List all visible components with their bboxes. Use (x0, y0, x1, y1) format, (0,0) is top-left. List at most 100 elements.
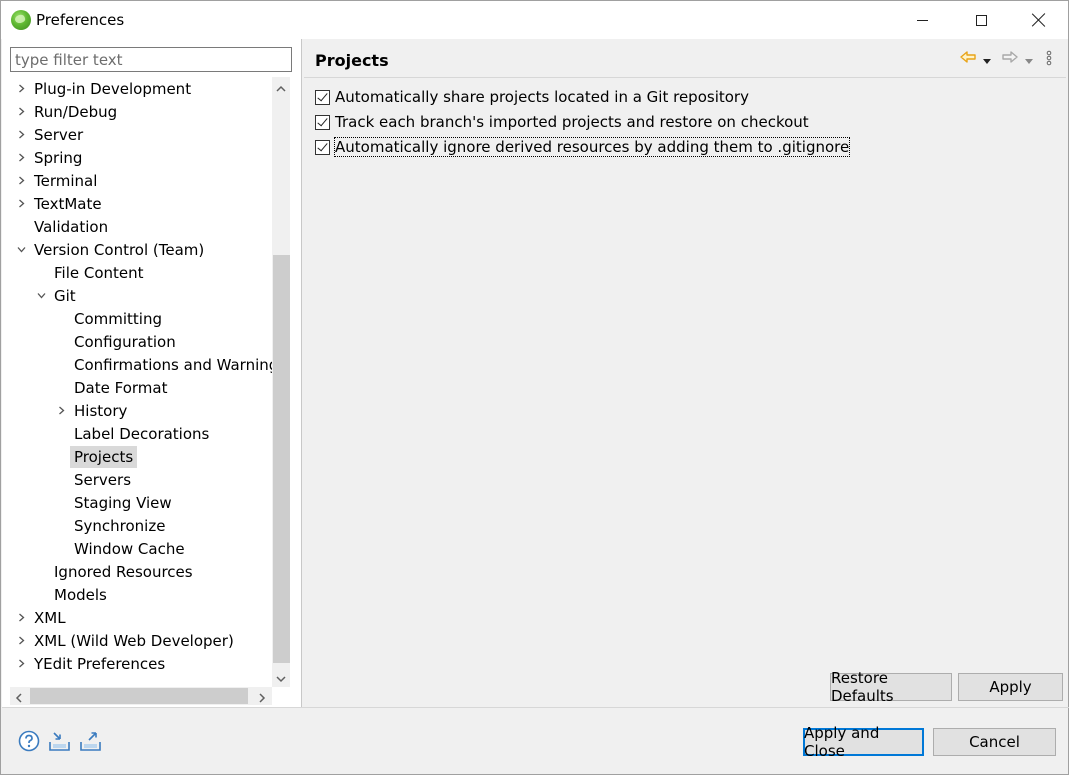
tree-item-date-format[interactable]: Date Format (2, 377, 272, 399)
tree-item-label: Confirmations and Warnings (74, 356, 272, 374)
close-button[interactable] (1010, 1, 1068, 39)
view-menu-icon[interactable] (1046, 50, 1052, 70)
tree-item-run-debug[interactable]: Run/Debug (2, 101, 272, 123)
tree-item-file-content[interactable]: File Content (2, 262, 272, 284)
tree-item-label: Configuration (74, 333, 176, 351)
preference-tree: Plug-in Development Run/Debug Server Spring… (2, 77, 272, 687)
tree-item-spring[interactable]: Spring (2, 147, 272, 169)
option-auto-share[interactable]: Automatically share projects located in … (315, 86, 749, 108)
tree-item-models[interactable]: Models (2, 584, 272, 606)
scroll-up-icon[interactable] (275, 81, 287, 93)
tree-item-version-control-team[interactable]: Version Control (Team) (2, 239, 272, 261)
import-icon[interactable] (48, 730, 72, 756)
maximize-icon (975, 14, 987, 26)
tree-item-label: Committing (74, 310, 163, 328)
tree-item-label: Synchronize (74, 517, 166, 535)
apply-and-close-button[interactable]: Apply and Close (803, 724, 924, 760)
footer-separator (2, 707, 1069, 708)
minimize-icon (916, 19, 928, 21)
chevron-right-icon[interactable] (17, 659, 26, 668)
tree-item-label-decorations[interactable]: Label Decorations (2, 423, 272, 445)
chevron-down-icon[interactable] (37, 291, 46, 300)
tree-item-xml[interactable]: XML (2, 607, 272, 629)
help-icon[interactable] (18, 730, 40, 756)
maximize-button[interactable] (952, 1, 1010, 39)
tree-item-label: Git (54, 287, 76, 305)
preference-page: Projects Automatically share projects lo… (302, 39, 1068, 707)
chevron-right-icon[interactable] (17, 636, 26, 645)
minimize-button[interactable] (893, 1, 951, 39)
chevron-right-icon[interactable] (17, 84, 26, 93)
tree-item-xml-wild-web-developer[interactable]: XML (Wild Web Developer) (2, 630, 272, 652)
tree-item-label: XML (Wild Web Developer) (34, 632, 234, 650)
tree-item-label: Date Format (74, 379, 168, 397)
tree-item-validation[interactable]: Validation (2, 216, 272, 238)
export-icon[interactable] (79, 730, 103, 756)
auto-share-label: Automatically share projects located in … (335, 88, 749, 106)
tree-item-label: Projects (70, 446, 138, 468)
tree-item-label: History (74, 402, 128, 420)
title-separator (304, 77, 1066, 78)
title-bar: Preferences (1, 1, 1068, 39)
apply-button[interactable]: Apply (958, 673, 1063, 701)
tree-item-label: Staging View (74, 494, 172, 512)
tree-item-configuration[interactable]: Configuration (2, 331, 272, 353)
tree-item-git[interactable]: Git (2, 285, 272, 307)
preference-tree-panel: Plug-in Development Run/Debug Server Spring… (2, 39, 301, 707)
tree-item-terminal[interactable]: Terminal (2, 170, 272, 192)
tree-item-label: Version Control (Team) (34, 241, 205, 259)
filter-input[interactable] (10, 47, 292, 72)
cancel-button[interactable]: Cancel (933, 728, 1056, 756)
option-ignore-derived[interactable]: Automatically ignore derived resources b… (315, 136, 851, 158)
tree-item-label: XML (34, 609, 66, 627)
chevron-down-icon[interactable] (17, 245, 26, 254)
tree-item-label: TextMate (34, 195, 102, 213)
chevron-right-icon[interactable] (57, 406, 66, 415)
tree-item-label: YEdit Preferences (34, 655, 166, 673)
chevron-right-icon[interactable] (17, 130, 26, 139)
scroll-down-icon[interactable] (275, 671, 287, 683)
app-logo-icon (11, 10, 31, 30)
tree-item-confirmations-and-warnings[interactable]: Confirmations and Warnings (2, 354, 272, 376)
tree-item-label: Models (54, 586, 107, 604)
tree-vertical-scrollbar[interactable] (272, 77, 290, 687)
back-arrow-icon[interactable] (959, 49, 977, 69)
track-branch-label: Track each branch's imported projects an… (335, 113, 809, 131)
tree-item-committing[interactable]: Committing (2, 308, 272, 330)
tree-item-server[interactable]: Server (2, 124, 272, 146)
auto-share-checkbox[interactable] (315, 89, 330, 105)
scroll-left-icon[interactable] (13, 690, 25, 703)
chevron-right-icon[interactable] (17, 153, 26, 162)
back-menu-chevron-down-icon[interactable] (982, 52, 992, 70)
horizontal-scroll-thumb[interactable] (30, 688, 248, 704)
tree-item-plug-in-development[interactable]: Plug-in Development (2, 78, 272, 100)
tree-horizontal-scrollbar[interactable] (10, 687, 272, 705)
tree-item-label: Spring (34, 149, 83, 167)
vertical-scroll-thumb[interactable] (273, 255, 290, 663)
chevron-right-icon[interactable] (17, 613, 26, 622)
tree-item-servers[interactable]: Servers (2, 469, 272, 491)
tree-item-projects[interactable]: Projects (2, 446, 272, 468)
tree-item-label: Plug-in Development (34, 80, 192, 98)
track-branch-checkbox[interactable] (315, 114, 330, 130)
chevron-right-icon[interactable] (17, 199, 26, 208)
tree-item-yedit-preferences[interactable]: YEdit Preferences (2, 653, 272, 675)
restore-defaults-button[interactable]: Restore Defaults (830, 669, 952, 705)
forward-arrow-icon[interactable] (1001, 49, 1019, 69)
tree-item-textmate[interactable]: TextMate (2, 193, 272, 215)
tree-item-synchronize[interactable]: Synchronize (2, 515, 272, 537)
chevron-right-icon[interactable] (17, 107, 26, 116)
tree-item-history[interactable]: History (2, 400, 272, 422)
window-title: Preferences (36, 11, 125, 29)
ignore-derived-checkbox[interactable] (315, 139, 330, 155)
tree-item-label: File Content (54, 264, 144, 282)
tree-item-ignored-resources[interactable]: Ignored Resources (2, 561, 272, 583)
tree-item-staging-view[interactable]: Staging View (2, 492, 272, 514)
chevron-right-icon[interactable] (17, 176, 26, 185)
tree-item-label: Validation (34, 218, 109, 236)
scroll-right-icon[interactable] (256, 690, 268, 703)
option-track-branch[interactable]: Track each branch's imported projects an… (315, 111, 809, 133)
forward-menu-chevron-down-icon[interactable] (1024, 52, 1034, 70)
tree-item-window-cache[interactable]: Window Cache (2, 538, 272, 560)
page-title: Projects (315, 51, 389, 70)
